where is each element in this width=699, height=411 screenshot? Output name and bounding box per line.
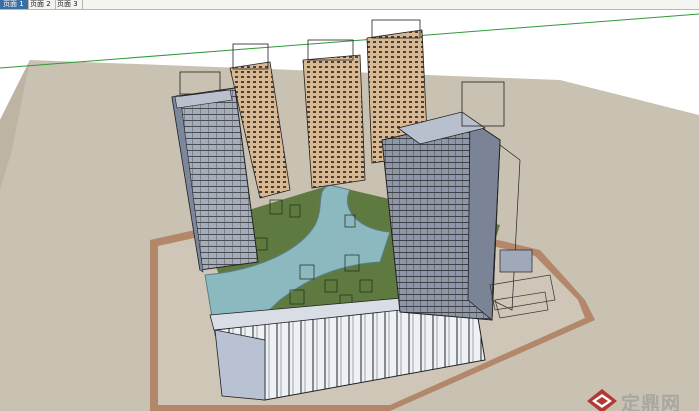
- diamond-logo-icon: [587, 389, 617, 411]
- tab-page-2[interactable]: 页面 2: [27, 0, 56, 9]
- watermark-text: 定鼎网: [621, 393, 682, 411]
- podium-corner-glass: [214, 329, 266, 401]
- tab-page-3[interactable]: 页面 3: [54, 0, 83, 9]
- watermark-logo: 定鼎网: [585, 387, 695, 411]
- model-viewport[interactable]: 定鼎网: [0, 10, 699, 411]
- tower-back-2: [302, 39, 366, 189]
- scene-tab-bar: 页面 1 页面 2 页面 3: [0, 0, 699, 10]
- sketchup-window: 页面 1 页面 2 页面 3 定鼎网: [0, 0, 699, 411]
- tab-page-1[interactable]: 页面 1: [0, 0, 29, 9]
- building-model-scene: [0, 13, 699, 411]
